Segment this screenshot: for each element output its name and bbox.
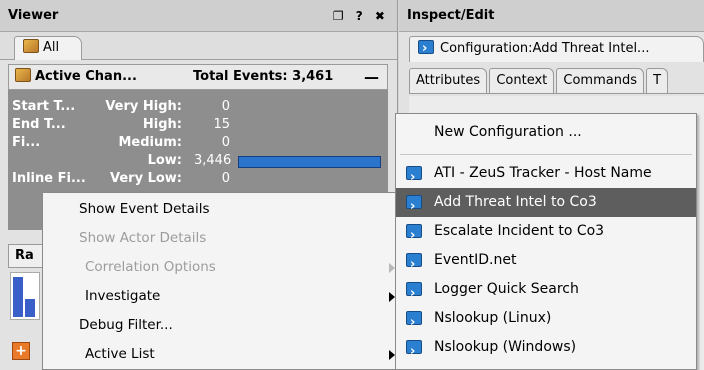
menu-item-label: Show Actor Details (79, 230, 207, 246)
stat-row: Start T... Very High: 0 (8, 98, 388, 116)
low-severity-bar (238, 156, 381, 168)
stat-count: 0 (221, 99, 230, 114)
context-menu: Show Event Details Show Actor Details Co… (42, 192, 400, 370)
tab-attributes[interactable]: Attributes (409, 68, 488, 93)
menu-item-label: EventID.net (434, 252, 517, 268)
stat-level: Low: (147, 153, 182, 168)
stat-row: Low: 3,446 (8, 152, 388, 170)
menu-item-label: New Configuration ... (434, 124, 582, 140)
stat-level: Very Low: (109, 171, 182, 186)
plus-icon[interactable]: + (12, 342, 30, 360)
stat-count: 0 (221, 171, 230, 186)
menu-item-label: Debug Filter... (79, 317, 173, 333)
terminal-icon (406, 163, 422, 192)
menu-item-logger-quick-search[interactable]: Logger Quick Search (396, 275, 696, 308)
menu-item-nslookup-linux[interactable]: Nslookup (Linux) (396, 304, 696, 337)
menu-item-label: Escalate Incident to Co3 (434, 223, 605, 239)
menu-item-label: Add Threat Intel to Co3 (434, 194, 597, 210)
menu-item-ati-zeus-tracker[interactable]: ATI - ZeuS Tracker - Host Name (396, 159, 696, 192)
window-controls[interactable]: ❐ ? ✖ (333, 0, 389, 32)
menu-item-nslookup-windows[interactable]: Nslookup (Windows) (396, 333, 696, 366)
menu-item-eventid-net[interactable]: EventID.net (396, 246, 696, 279)
stat-count: 0 (221, 135, 230, 150)
menu-item-correlation-options[interactable]: Correlation Options (43, 253, 399, 282)
menu-item-show-actor-details[interactable]: Show Actor Details (43, 224, 399, 253)
terminal-icon (406, 308, 422, 337)
menu-item-label: Investigate (85, 288, 161, 304)
stat-row: End T... High: 15 (8, 116, 388, 134)
radar-tab[interactable]: Ra (8, 244, 44, 268)
collapse-button[interactable]: — (364, 65, 379, 89)
menu-item-investigate[interactable]: Investigate (43, 282, 399, 311)
mini-chart (10, 272, 40, 320)
menu-item-label: Active List (85, 346, 155, 362)
channel-name: Active Chan... (35, 69, 137, 84)
menu-item-label: Nslookup (Windows) (434, 339, 577, 355)
menu-item-debug-filter[interactable]: Debug Filter... (43, 311, 399, 340)
tab-context[interactable]: Context (489, 68, 555, 93)
tab-more[interactable]: T (646, 68, 669, 93)
tab-all-label: All (43, 40, 60, 55)
menu-item-show-event-details[interactable]: Show Event Details (43, 195, 399, 224)
total-events: Total Events: 3,461 (193, 69, 334, 84)
viewer-tabstrip: All (0, 32, 397, 60)
inspect-title: Inspect/Edit (407, 8, 495, 23)
terminal-icon (406, 250, 422, 279)
chart-bar (25, 299, 35, 317)
menu-item-label: Correlation Options (85, 259, 216, 275)
stat-level: Medium: (118, 135, 182, 150)
stat-label: End T... (12, 117, 66, 132)
terminal-icon (406, 221, 422, 250)
inspect-subtabs: Attributes Context Commands T (409, 66, 704, 94)
stat-label: Start T... (12, 99, 76, 114)
stat-label: Inline Fi... (12, 171, 86, 186)
menu-item-label: Nslookup (Linux) (434, 310, 552, 326)
menu-item-label: Show Event Details (79, 201, 210, 217)
menu-item-label: ATI - ZeuS Tracker - Host Name (434, 165, 652, 181)
viewer-folder-icon (23, 39, 39, 53)
stat-count: 3,446 (194, 153, 232, 168)
menu-item-add-threat-intel[interactable]: Add Threat Intel to Co3 (396, 188, 696, 221)
tab-commands[interactable]: Commands (556, 68, 644, 93)
stat-count: 15 (213, 117, 230, 132)
chart-bar (13, 277, 23, 317)
stat-row: Fi... Medium: 0 (8, 134, 388, 152)
channel-icon (15, 68, 31, 82)
terminal-icon (406, 192, 422, 221)
configuration-tab[interactable]: Configuration:Add Threat Intel... (409, 36, 704, 62)
menu-item-escalate-incident[interactable]: Escalate Incident to Co3 (396, 217, 696, 250)
active-channel-header[interactable]: Active Chan... Total Events: 3,461 — (8, 64, 388, 90)
menu-item-new-configuration[interactable]: New Configuration ... (396, 118, 696, 147)
viewer-title: Viewer (8, 8, 59, 23)
stat-level: Very High: (105, 99, 182, 114)
menu-item-active-list[interactable]: Active List (43, 340, 399, 369)
integration-submenu: New Configuration ... ATI - ZeuS Tracker… (395, 113, 697, 370)
viewer-title-bar: Viewer ❐ ? ✖ (0, 0, 397, 32)
terminal-icon (406, 279, 422, 308)
menu-item-label: Logger Quick Search (434, 281, 579, 297)
stat-level: High: (142, 117, 182, 132)
tab-all[interactable]: All (14, 36, 82, 60)
terminal-icon (418, 37, 434, 61)
inspect-title-bar: Inspect/Edit (399, 0, 704, 32)
terminal-icon (406, 337, 422, 366)
configuration-tab-label: Configuration:Add Threat Intel... (440, 41, 650, 56)
stat-row: Inline Fi... Very Low: 0 (8, 170, 388, 188)
menu-separator (400, 154, 692, 155)
stat-label: Fi... (12, 135, 41, 150)
